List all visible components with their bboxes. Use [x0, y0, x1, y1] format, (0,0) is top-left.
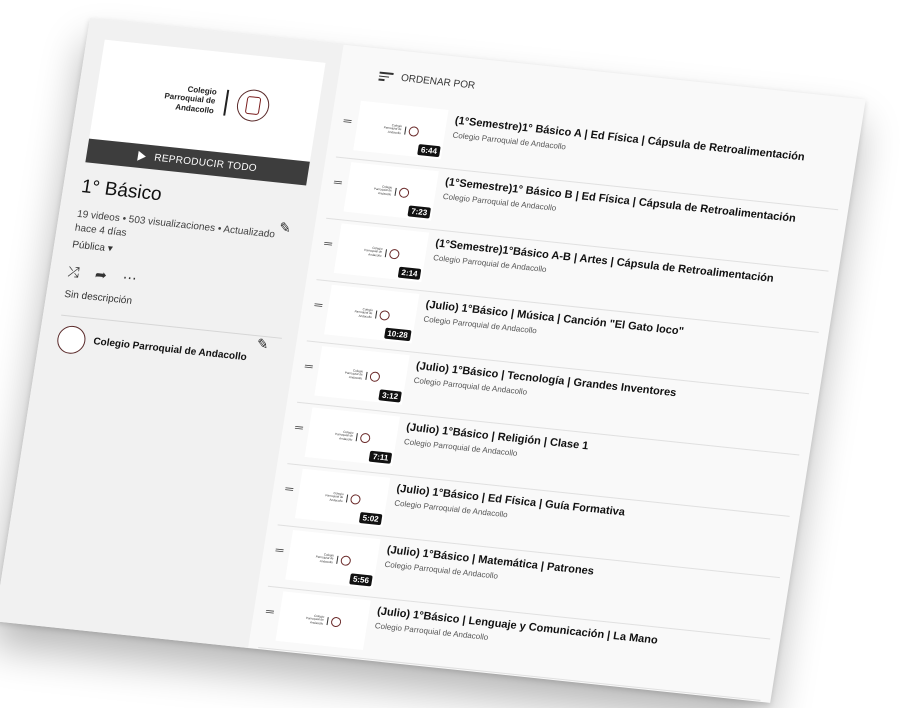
chevron-down-icon: ▾ [106, 243, 114, 255]
brand-divider [364, 371, 368, 380]
drag-handle-icon[interactable]: ═ [265, 606, 275, 619]
drag-handle-icon[interactable]: ═ [304, 360, 314, 373]
brand-divider [345, 494, 348, 503]
video-list: ═ Colegio Parroquial de Andacollo 6:44 (… [258, 46, 866, 701]
sidebar-divider [61, 314, 283, 339]
video-list-panel: ORDENAR POR ═ Colegio Parroquial de Anda… [258, 46, 866, 703]
playlist-title: 1° Básico [79, 176, 164, 206]
video-duration: 2:14 [397, 266, 422, 280]
school-seal-icon [407, 125, 420, 137]
drag-handle-icon[interactable]: ═ [333, 176, 343, 189]
school-seal-icon [349, 493, 361, 505]
more-options-icon[interactable]: ⋯ [121, 269, 137, 287]
school-seal-icon [339, 555, 352, 567]
owner-name[interactable]: Colegio Parroquial de Andacollo [92, 336, 247, 363]
drag-handle-icon[interactable]: ═ [314, 299, 324, 312]
thumbnail-brand-text: Colegio Parroquial de Andacollo [163, 84, 218, 115]
school-seal-icon [234, 88, 272, 124]
edit-description-pencil-icon[interactable]: ✎ [255, 335, 270, 353]
brand-divider [374, 310, 377, 319]
owner-avatar[interactable] [55, 324, 88, 356]
school-seal-icon [358, 432, 371, 444]
video-duration: 6:44 [417, 144, 441, 158]
sort-label: ORDENAR POR [400, 72, 476, 92]
school-seal-icon [378, 309, 390, 321]
drag-handle-icon[interactable]: ═ [323, 238, 333, 251]
share-icon[interactable]: ➦ [94, 266, 108, 284]
drag-handle-icon[interactable]: ═ [294, 422, 304, 435]
video-thumbnail[interactable]: Colegio Parroquial de Andacollo 7:11 [304, 407, 400, 467]
brand-divider [403, 126, 406, 135]
brand-divider [223, 89, 230, 116]
privacy-dropdown[interactable]: Pública ▾ [71, 239, 113, 254]
video-duration: 5:56 [349, 573, 373, 587]
video-thumbnail[interactable]: Colegio Parroquial de Andacollo 7:23 [343, 162, 439, 221]
video-thumbnail[interactable]: Colegio Parroquial de Andacollo 10:28 [324, 284, 420, 344]
video-duration: 7:23 [407, 205, 432, 219]
screenshot-scene: Colegio Parroquial de Andacollo REPRODUC… [0, 0, 917, 708]
video-thumbnail[interactable]: Colegio Parroquial de Andacollo 5:56 [285, 530, 381, 589]
video-thumbnail[interactable]: Colegio Parroquial de Andacollo 6:44 [353, 100, 449, 160]
thumbnail-brand-text: Colegio Parroquial de Andacollo [315, 552, 335, 564]
brand-divider [326, 617, 329, 626]
drag-handle-icon[interactable]: ═ [284, 483, 294, 496]
playlist-page: Colegio Parroquial de Andacollo REPRODUC… [0, 18, 866, 703]
thumbnail-brand-text: Colegio Parroquial de Andacollo [383, 123, 403, 135]
school-seal-icon [368, 371, 381, 383]
video-duration: 3:12 [378, 389, 402, 403]
video-thumbnail[interactable]: Colegio Parroquial de Andacollo 5:02 [294, 468, 391, 528]
sort-icon [378, 71, 394, 82]
video-duration: 5:02 [358, 511, 383, 526]
drag-handle-icon[interactable]: ═ [275, 544, 285, 557]
brand-divider [355, 433, 358, 442]
thumbnail-brand-text: Colegio Parroquial de Andacollo [363, 245, 383, 258]
playlist-actions: ⤮ ➦ ⋯ [67, 263, 138, 287]
video-thumbnail[interactable]: Colegio Parroquial de Andacollo 3:12 [314, 346, 410, 405]
drag-handle-icon[interactable]: ═ [343, 115, 353, 128]
thumbnail-brand-text: Colegio Parroquial de Andacollo [354, 307, 374, 319]
play-all-label: REPRODUCIR TODO [153, 152, 258, 174]
school-seal-icon [388, 248, 400, 260]
edit-title-pencil-icon[interactable]: ✎ [278, 219, 292, 237]
school-seal-icon [329, 616, 342, 628]
brand-divider [393, 187, 397, 196]
sort-button[interactable]: ORDENAR POR [378, 71, 476, 92]
video-duration: 10:28 [383, 327, 412, 342]
thumbnail-brand-text: Colegio Parroquial de Andacollo [305, 613, 325, 626]
video-thumbnail[interactable]: Colegio Parroquial de Andacollo 2:14 [333, 223, 430, 283]
school-seal-icon [397, 187, 410, 199]
thumbnail-brand-text: Colegio Parroquial de Andacollo [373, 184, 393, 197]
brand-divider [384, 249, 387, 258]
thumbnail-brand-text: Colegio Parroquial de Andacollo [325, 491, 345, 503]
brand-divider [335, 555, 338, 564]
video-duration: 7:11 [368, 450, 393, 464]
thumbnail-brand-text: Colegio Parroquial de Andacollo [334, 429, 354, 442]
privacy-label: Pública [71, 239, 106, 254]
play-icon [137, 150, 148, 162]
shuffle-icon[interactable]: ⤮ [67, 263, 81, 281]
thumbnail-brand-text: Colegio Parroquial de Andacollo [344, 368, 364, 381]
video-thumbnail[interactable]: Colegio Parroquial de Andacollo [275, 591, 371, 650]
playlist-description: Sin descripción [63, 288, 133, 307]
